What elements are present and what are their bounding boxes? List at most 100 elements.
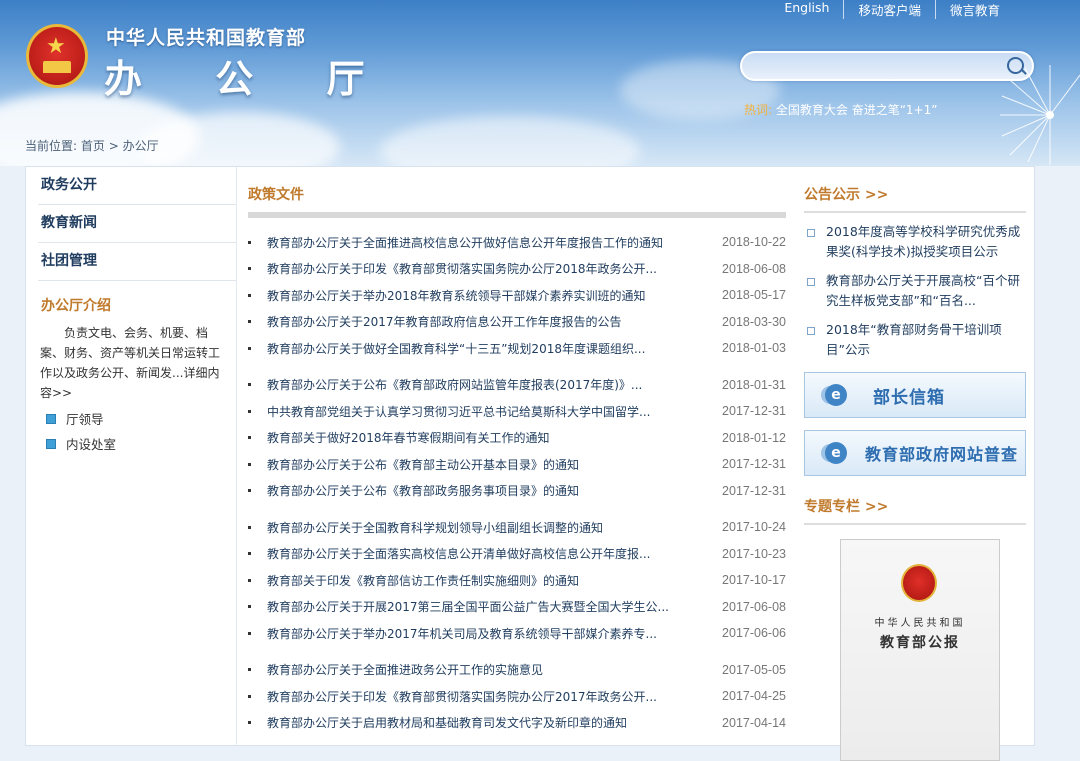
square-bullet-icon <box>46 413 56 424</box>
notice-item[interactable]: 教育部办公厅关于开展高校“百个研究生样板党支部”和“百名... <box>804 271 1026 311</box>
sidebar-item-office-leaders[interactable]: 厅领导 <box>38 409 236 428</box>
list-item: 教育部关于印发《教育部信访工作责任制实施细则》的通知 2017-10-17 <box>248 567 786 594</box>
main-panel: 政务公开 教育新闻 社团管理 办公厅介绍 负责文电、会务、机要、档案、财务、资产… <box>25 166 1035 761</box>
document-link[interactable]: 教育部办公厅关于全面推进高校信息公开做好信息公开年度报告工作的通知 <box>248 234 663 251</box>
bullet-icon <box>807 278 815 286</box>
gazette-country-line: 中华人民共和国 <box>874 618 966 629</box>
dandelion-decoration <box>1000 65 1080 165</box>
document-link[interactable]: 教育部办公厅关于举办2018年教育系统领导干部媒介素养实训班的通知 <box>248 287 646 304</box>
document-link[interactable]: 教育部办公厅关于开展2017第三届全国平面公益广告大赛暨全国大学生公... <box>248 598 669 615</box>
bullet-icon <box>807 327 815 335</box>
policy-documents-section: 政策文件 教育部办公厅关于全面推进高校信息公开做好信息公开年度报告工作的通知 20… <box>248 167 786 736</box>
document-date: 2018-05-17 <box>722 288 786 303</box>
sidebar-item-internal-departments[interactable]: 内设处室 <box>38 434 236 453</box>
section-divider <box>248 212 786 218</box>
document-date: 2017-10-17 <box>722 573 786 588</box>
national-emblem-icon <box>901 564 937 602</box>
notice-link[interactable]: 2018年“教育部财务骨干培训项目”公示 <box>826 320 1026 360</box>
gazette-title: 教育部公报 <box>880 635 960 651</box>
bullet-icon <box>807 229 815 237</box>
document-link[interactable]: 教育部办公厅关于印发《教育部贯彻落实国务院办公厅2018年政务公开... <box>248 260 657 277</box>
document-link[interactable]: 教育部办公厅关于全国教育科学规划领导小组副组长调整的通知 <box>248 519 603 536</box>
list-item: 教育部办公厅关于全面推进政务公开工作的实施意见 2017-05-05 <box>248 657 786 684</box>
office-title: 办 公 厅 <box>104 56 395 101</box>
document-date: 2017-10-23 <box>722 546 786 561</box>
document-link[interactable]: 教育部办公厅关于举办2017年机关司局及教育系统领导干部媒介素养专... <box>248 625 657 642</box>
document-link[interactable]: 教育部办公厅关于做好全国教育科学“十三五”规划2018年度课题组织... <box>248 340 645 357</box>
document-link[interactable]: 中共教育部党组关于认真学习贯彻习近平总书记给莫斯科大学中国留学... <box>248 403 650 420</box>
banner-label: 教育部政府网站普查 <box>865 445 1019 464</box>
document-link[interactable]: 教育部办公厅关于公布《教育部政务服务事项目录》的通知 <box>248 482 579 499</box>
ministry-gazette-cover[interactable]: 中华人民共和国 教育部公报 <box>840 539 1000 761</box>
document-date: 2017-12-31 <box>722 483 786 498</box>
top-links: English 移动客户端 微言教育 <box>770 0 1014 19</box>
notice-item[interactable]: 2018年度高等学校科学研究优秀成果奖(科学技术)拟授奖项目公示 <box>804 222 1026 262</box>
office-intro-text[interactable]: 负责文电、会务、机要、档案、财务、资产等机关日常运转工作以及政务公开、新闻发..… <box>38 315 236 403</box>
document-link[interactable]: 教育部办公厅关于公布《教育部政府网站监管年度报表(2017年度)》... <box>248 376 642 393</box>
notice-link[interactable]: 2018年度高等学校科学研究优秀成果奖(科学技术)拟授奖项目公示 <box>826 222 1026 262</box>
document-link[interactable]: 教育部办公厅关于印发《教育部贯彻落实国务院办公厅2017年政务公开... <box>248 688 657 705</box>
list-item: 教育部办公厅关于全国教育科学规划领导小组副组长调整的通知 2017-10-24 <box>248 514 786 541</box>
breadcrumb-separator: > <box>108 139 119 153</box>
notice-item[interactable]: 2018年“教育部财务骨干培训项目”公示 <box>804 320 1026 360</box>
list-item: 教育部办公厅关于公布《教育部主动公开基本目录》的通知 2017-12-31 <box>248 451 786 478</box>
right-sidebar: 公告公示 >> 2018年度高等学校科学研究优秀成果奖(科学技术)拟授奖项目公示… <box>804 167 1026 761</box>
weiyan-education-link[interactable]: 微言教育 <box>934 0 1014 19</box>
document-date: 2018-03-30 <box>722 314 786 329</box>
office-intro-title: 办公厅介绍 <box>41 298 111 314</box>
cloud-decoration <box>380 116 640 166</box>
list-item: 教育部办公厅关于举办2018年教育系统领导干部媒介素养实训班的通知 2018-05… <box>248 282 786 309</box>
list-item: 教育部办公厅关于启用教材局和基础教育司发文代字及新印章的通知 2017-04-14 <box>248 710 786 737</box>
special-topics-title[interactable]: 专题专栏 >> <box>804 496 1026 525</box>
breadcrumb-current[interactable]: 办公厅 <box>123 139 159 153</box>
document-list: 教育部办公厅关于全面推进高校信息公开做好信息公开年度报告工作的通知 2018-10… <box>248 229 786 736</box>
document-date: 2017-04-25 <box>722 689 786 704</box>
subitem-label: 厅领导 <box>66 412 104 427</box>
document-link[interactable]: 教育部关于印发《教育部信访工作责任制实施细则》的通知 <box>248 572 579 589</box>
document-date: 2017-12-31 <box>722 457 786 472</box>
document-link[interactable]: 教育部办公厅关于公布《教育部主动公开基本目录》的通知 <box>248 456 579 473</box>
left-sidebar: 政务公开 教育新闻 社团管理 办公厅介绍 负责文电、会务、机要、档案、财务、资产… <box>38 167 237 747</box>
document-link[interactable]: 教育部办公厅关于全面推进政务公开工作的实施意见 <box>248 661 543 678</box>
policy-section-title: 政策文件 <box>248 187 304 203</box>
english-link[interactable]: English <box>770 0 843 19</box>
document-date: 2017-04-14 <box>722 715 786 730</box>
document-link[interactable]: 教育部办公厅关于全面落实高校信息公开清单做好高校信息公开年度报... <box>248 545 650 562</box>
document-date: 2018-01-31 <box>722 377 786 392</box>
site-header: ★ 中华人民共和国教育部 办 公 厅 English 移动客户端 微言教育 热词… <box>0 0 1080 166</box>
list-item: 教育部办公厅关于举办2017年机关司局及教育系统领导干部媒介素养专... 2017… <box>248 620 786 647</box>
list-item: 中共教育部党组关于认真学习贯彻习近平总书记给莫斯科大学中国留学... 2017-1… <box>248 398 786 425</box>
list-item: 教育部办公厅关于全面落实高校信息公开清单做好高校信息公开年度报... 2017-1… <box>248 541 786 568</box>
document-date: 2017-06-06 <box>722 626 786 641</box>
document-date: 2017-05-05 <box>722 662 786 677</box>
search-input[interactable] <box>742 53 1016 79</box>
e-logo-icon: e <box>825 442 847 464</box>
list-item: 教育部办公厅关于公布《教育部政府网站监管年度报表(2017年度)》... 2018… <box>248 372 786 399</box>
hot-words-links[interactable]: 全国教育大会 奋进之笔“1+1” <box>776 103 938 117</box>
mobile-client-link[interactable]: 移动客户端 <box>843 0 935 19</box>
sidebar-item-education-news[interactable]: 教育新闻 <box>38 205 236 243</box>
gov-website-survey-banner[interactable]: e 教育部政府网站普查 <box>804 430 1026 476</box>
notices-section-title[interactable]: 公告公示 >> <box>804 184 1026 213</box>
breadcrumb: 当前位置: 首页 > 办公厅 <box>25 137 159 154</box>
document-link[interactable]: 教育部办公厅关于启用教材局和基础教育司发文代字及新印章的通知 <box>248 714 627 731</box>
breadcrumb-prefix: 当前位置: <box>25 139 78 153</box>
sidebar-item-society-management[interactable]: 社团管理 <box>38 243 236 281</box>
sidebar-item-gov-affairs[interactable]: 政务公开 <box>38 167 236 205</box>
document-link[interactable]: 教育部办公厅关于2017年教育部政府信息公开工作年度报告的公告 <box>248 313 622 330</box>
minister-mailbox-banner[interactable]: e 部长信箱 <box>804 372 1026 418</box>
banner-label: 部长信箱 <box>873 387 945 408</box>
document-date: 2018-06-08 <box>722 261 786 276</box>
square-bullet-icon <box>46 438 56 449</box>
breadcrumb-home-link[interactable]: 首页 <box>81 139 105 153</box>
ministry-title: 中华人民共和国教育部 <box>106 27 307 49</box>
document-link[interactable]: 教育部关于做好2018年春节寒假期间有关工作的通知 <box>248 429 550 446</box>
list-item: 教育部办公厅关于2017年教育部政府信息公开工作年度报告的公告 2018-03-3… <box>248 309 786 336</box>
document-date: 2017-10-24 <box>722 520 786 535</box>
list-item: 教育部办公厅关于印发《教育部贯彻落实国务院办公厅2017年政务公开... 2017… <box>248 683 786 710</box>
notice-link[interactable]: 教育部办公厅关于开展高校“百个研究生样板党支部”和“百名... <box>826 271 1026 311</box>
list-item: 教育部办公厅关于开展2017第三届全国平面公益广告大赛暨全国大学生公... 201… <box>248 594 786 621</box>
hot-words-label: 热词: <box>744 103 773 117</box>
